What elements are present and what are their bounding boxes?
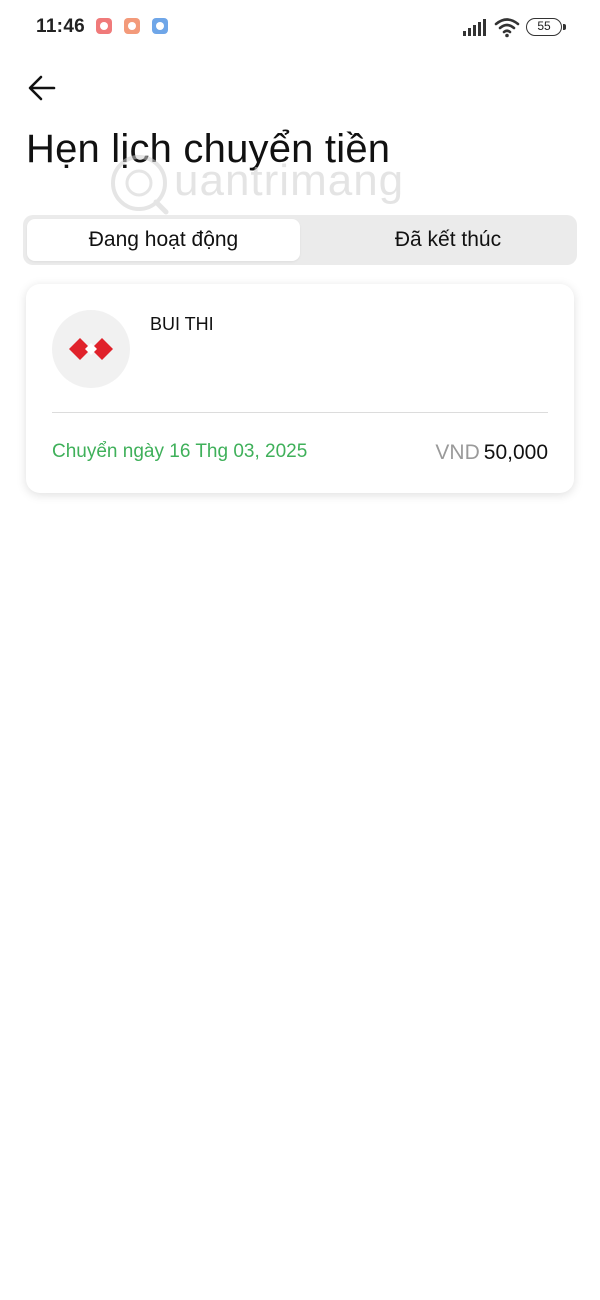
tab-active[interactable]: Đang hoạt động: [27, 219, 300, 261]
recipient-name: BUI THI: [150, 314, 214, 334]
notification-app-icon: [96, 18, 112, 34]
amount-value: 50,000: [483, 441, 548, 464]
notification-app-icon: [152, 18, 168, 34]
transfer-date: Chuyển ngày 16 Thg 03, 2025: [52, 441, 308, 462]
tab-ended[interactable]: Đã kết thúc: [323, 219, 573, 261]
divider: [52, 412, 548, 413]
schedule-tabs: Đang hoạt động Đã kết thúc: [23, 215, 577, 265]
currency-label: VND: [435, 441, 480, 464]
scheduled-transfer-card[interactable]: BUI THI Chuyển ngày 16 Thg 03, 2025 VND 5…: [26, 284, 574, 493]
battery-indicator: 55: [526, 18, 562, 36]
cellular-signal-icon: [463, 19, 486, 36]
arrow-left-icon: [28, 75, 56, 101]
status-time: 11:46: [36, 16, 86, 37]
bank-logo-icon: [69, 338, 113, 360]
back-button[interactable]: [22, 68, 62, 108]
wifi-icon: [494, 18, 520, 38]
avatar: [52, 310, 130, 388]
transfer-amount: VND 50,000: [435, 441, 548, 465]
page-title: Hẹn lịch chuyển tiền: [26, 127, 391, 171]
notification-app-icon: [124, 18, 140, 34]
status-bar: 11:46 55: [0, 0, 600, 56]
battery-tip: [563, 24, 566, 30]
